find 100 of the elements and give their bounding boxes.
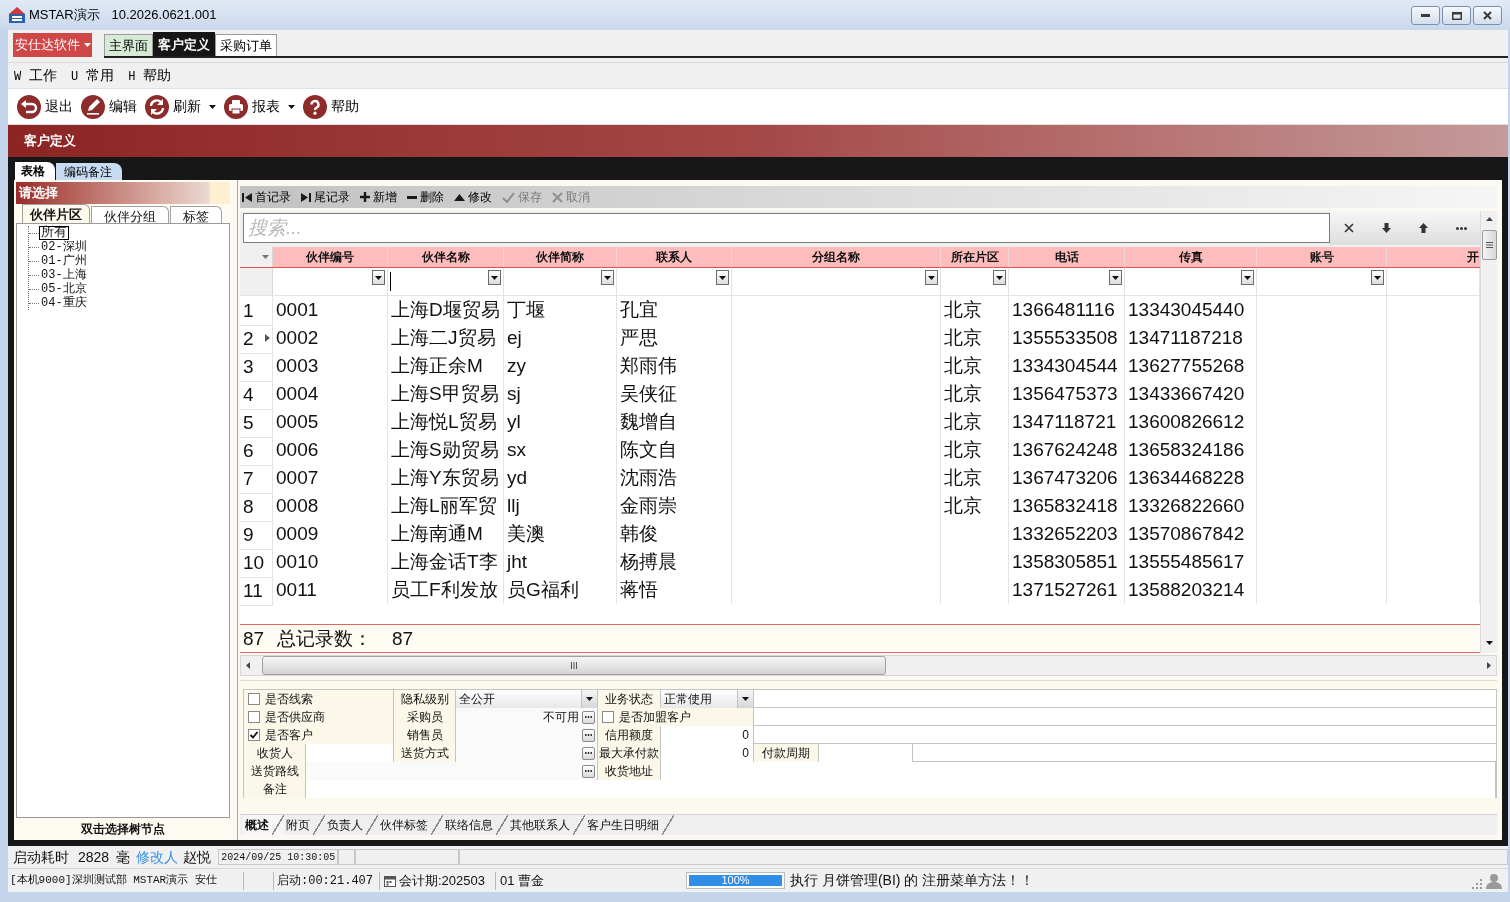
number-field[interactable]: 0 (661, 726, 754, 744)
filter-dropdown-button[interactable] (716, 270, 729, 285)
field-label: 备注 (244, 780, 306, 798)
dropdown-button[interactable] (737, 690, 753, 708)
field-label: 收货地址 (598, 762, 661, 780)
column-header[interactable]: 伙伴简称 (504, 247, 617, 267)
filter-dropdown-button[interactable] (372, 270, 385, 285)
scroll-down-icon[interactable] (1485, 641, 1493, 645)
app-menu-button[interactable]: 安仕达软件 (13, 33, 92, 57)
maximize-button[interactable] (1442, 6, 1471, 25)
app-version: 10.2026.0621.001 (111, 6, 217, 25)
menu-item[interactable]: W 工作 (13, 65, 59, 86)
toolbar-button[interactable]: 报表 (224, 91, 295, 122)
filter-dropdown-button[interactable] (1241, 270, 1254, 285)
filter-dropdown-button[interactable] (925, 270, 938, 285)
caret-down-icon[interactable] (262, 255, 269, 259)
form-tab[interactable]: 负责人 (325, 815, 378, 835)
form-tab[interactable]: 概述 (243, 815, 284, 835)
caret-down-icon (83, 43, 91, 47)
vertical-scrollbar[interactable] (1480, 211, 1497, 653)
column-header[interactable]: 联系人 (617, 247, 732, 267)
column-header[interactable]: 分组名称 (732, 247, 941, 267)
grid-toolbar-button[interactable]: 修改 (454, 188, 492, 206)
dropdown-button[interactable] (581, 690, 597, 708)
caret-down-icon (375, 275, 382, 280)
field-label: 业务状态 (598, 690, 661, 708)
caret-down-icon (1374, 275, 1381, 280)
filter-dropdown-button[interactable] (1109, 270, 1122, 285)
filter-field[interactable] (388, 268, 504, 295)
ellipsis-button[interactable] (582, 728, 595, 742)
column-header[interactable]: 开 (1387, 247, 1480, 267)
grid-toolbar-button[interactable]: 删除 (407, 188, 444, 206)
filter-dropdown-button[interactable] (601, 270, 614, 285)
form-tab[interactable]: 伙伴标签 (378, 815, 443, 835)
pencil-icon (81, 94, 105, 119)
number-field[interactable]: 0 (661, 744, 754, 762)
toolbar-button[interactable]: 编辑 (81, 91, 137, 122)
scrollbar-thumb[interactable] (262, 656, 886, 675)
tab[interactable]: 采购订单 (215, 34, 277, 56)
minimize-button[interactable] (1411, 6, 1440, 25)
tab[interactable]: 主界面 (104, 34, 153, 56)
select-field[interactable]: 正常使用 (661, 690, 754, 708)
column-header[interactable]: 传真 (1125, 247, 1257, 267)
checkbox[interactable] (248, 729, 260, 741)
row-number: 5 (243, 412, 254, 432)
form-tab[interactable]: 联络信息 (443, 815, 508, 835)
horizontal-scrollbar[interactable] (240, 655, 1497, 676)
tree-item[interactable]: 01-广州 (39, 254, 89, 268)
menu-item[interactable]: U 常用 (70, 65, 116, 86)
checkbox[interactable] (248, 711, 260, 723)
tree-item[interactable]: 05-北京 (39, 282, 89, 296)
close-button[interactable] (1473, 6, 1502, 25)
form-tab[interactable]: 客户生日明细 (585, 815, 674, 835)
lookup-field[interactable] (306, 762, 598, 780)
tree-item[interactable]: 02-深圳 (39, 240, 89, 254)
tree-item[interactable]: 03-上海 (39, 268, 89, 282)
text-field[interactable] (661, 762, 1496, 780)
column-header[interactable]: 电话 (1009, 247, 1125, 267)
column-header[interactable]: 账号 (1257, 247, 1387, 267)
caret-down-icon (586, 697, 593, 701)
scroll-left-icon[interactable] (246, 662, 250, 669)
field-label: 销售员 (394, 726, 456, 744)
toolbar-button[interactable]: 刷新 (145, 91, 216, 122)
grid-toolbar-button[interactable]: 首记录 (242, 188, 291, 206)
column-header[interactable]: 所在片区 (941, 247, 1009, 267)
form-tab[interactable]: 附页 (284, 815, 325, 835)
ellipsis-button[interactable] (582, 710, 595, 724)
filter-dropdown-button[interactable] (1371, 270, 1384, 285)
scroll-up-icon[interactable] (1485, 217, 1493, 221)
ellipsis-icon (1455, 226, 1467, 230)
filter-dropdown-button[interactable] (488, 270, 501, 285)
grid-toolbar-button[interactable]: 尾记录 (301, 188, 350, 206)
checkbox[interactable] (602, 711, 614, 723)
form-tab[interactable]: 其他联系人 (508, 815, 585, 835)
ellipsis-button[interactable] (582, 764, 595, 778)
panel-tab[interactable]: 伙伴分组 (91, 206, 169, 223)
startup-time: 启动:00:21.407 (277, 872, 373, 890)
column-header[interactable]: 伙伴名称 (388, 247, 504, 267)
column-header[interactable]: 伙伴编号 (273, 247, 388, 267)
menu-item[interactable]: H 帮助 (127, 65, 173, 86)
panel-tab[interactable]: 伙伴片区 (22, 204, 90, 223)
filter-dropdown-button[interactable] (993, 270, 1006, 285)
lookup-field[interactable]: 不可用 (456, 708, 598, 726)
text-field[interactable] (306, 780, 1496, 798)
search-field[interactable]: 搜索... (243, 213, 1330, 243)
grid-toolbar-button[interactable]: 新增 (360, 188, 397, 206)
select-field[interactable]: 全公开 (456, 690, 598, 708)
tree-item[interactable]: 所有 (39, 226, 69, 240)
tree-item[interactable]: 04-重庆 (39, 296, 89, 310)
scroll-right-icon[interactable] (1487, 662, 1491, 669)
toolbar-button[interactable]: 帮助 (303, 91, 359, 122)
scrollbar-thumb[interactable] (1481, 230, 1497, 260)
ellipsis-button[interactable] (582, 746, 595, 760)
toolbar-button[interactable]: 退出 (17, 91, 73, 122)
text-field[interactable] (819, 744, 913, 762)
checkbox[interactable] (248, 693, 260, 705)
text-field[interactable] (306, 744, 394, 762)
view-tab[interactable]: 编码备注 (56, 163, 122, 180)
view-tab[interactable]: 表格 (15, 162, 55, 180)
panel-tab[interactable]: 标签 (170, 206, 222, 223)
